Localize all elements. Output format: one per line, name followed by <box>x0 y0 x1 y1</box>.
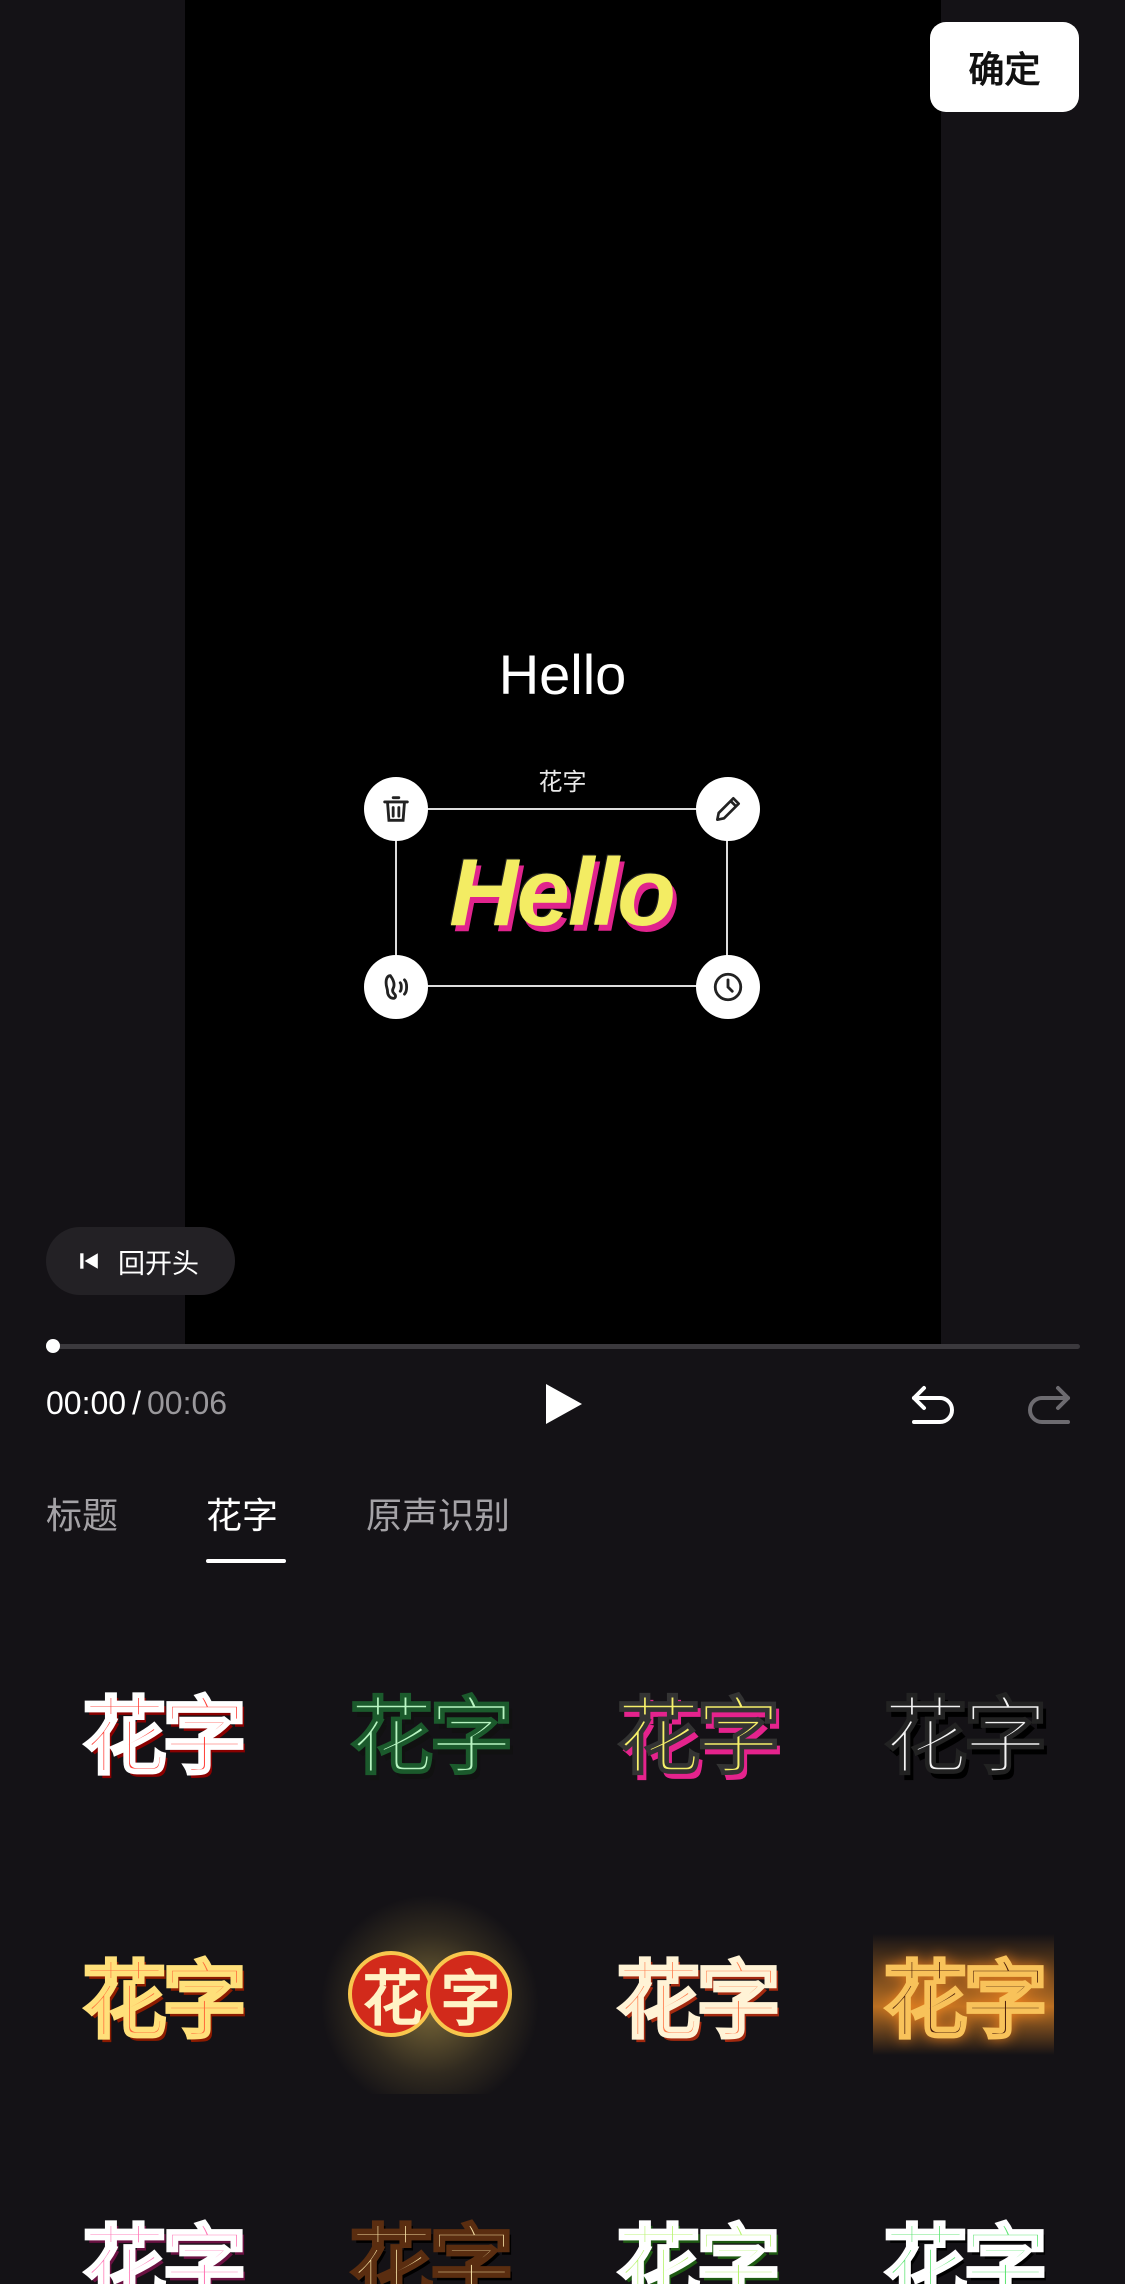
tab-speech-recognition[interactable]: 原声识别 <box>366 1487 510 1539</box>
sticker-item[interactable]: 花字 <box>29 1620 296 1840</box>
sticker-text: 花字 <box>348 2214 515 2284</box>
sticker-text: 花字 <box>882 1687 1048 1787</box>
sticker-item[interactable]: 花字 <box>563 1884 830 2104</box>
tab-fancy-text[interactable]: 花字 <box>206 1487 278 1539</box>
skip-back-icon <box>80 1253 98 1269</box>
sticker-item[interactable]: 花字 <box>563 2148 830 2284</box>
back-to-start-label: 回开头 <box>118 1248 199 1280</box>
time-display: 00:00/00:06 <box>46 1385 227 1422</box>
sticker-item[interactable]: 花字 <box>296 1884 563 2104</box>
sticker-item[interactable]: 花字 <box>830 1884 1097 2104</box>
sticker-item[interactable]: 花字 <box>29 2148 296 2284</box>
tab-title[interactable]: 标题 <box>46 1487 118 1539</box>
text-layer-plain[interactable]: Hello <box>0 642 1125 707</box>
sticker-text: 花字 <box>615 1950 782 2051</box>
edit-handle[interactable] <box>696 777 760 841</box>
duration-handle[interactable] <box>696 955 760 1019</box>
delete-handle[interactable] <box>364 777 428 841</box>
current-time: 00:00 <box>46 1385 127 1421</box>
sticker-burst: 花字 <box>319 1894 540 2094</box>
redo-button[interactable] <box>1022 1378 1076 1432</box>
confirm-button[interactable]: 确定 <box>930 22 1079 112</box>
back-to-start-button[interactable]: 回开头 <box>46 1227 235 1295</box>
sticker-item[interactable]: 花字 <box>296 2148 563 2284</box>
sticker-item[interactable]: 花字 <box>830 2148 1097 2284</box>
redo-icon <box>1028 1386 1070 1424</box>
sticker-item[interactable]: 花字 <box>29 1884 296 2104</box>
sticker-item[interactable]: 花字 <box>830 1620 1097 1840</box>
time-separator: / <box>132 1385 141 1421</box>
scrubber-handle[interactable] <box>46 1339 60 1353</box>
clock-icon <box>713 972 743 1002</box>
sticker-text: 花字 <box>81 1950 248 2051</box>
fancy-text-layer[interactable]: Hello <box>395 838 728 948</box>
play-button[interactable] <box>542 1382 586 1426</box>
sticker-text: 花字 <box>615 1687 781 1787</box>
sticker-text: 花字 <box>81 2214 248 2284</box>
total-time: 00:06 <box>146 1385 228 1421</box>
selection-type-label: 花字 <box>538 768 587 796</box>
sticker-text: 花字 <box>81 1686 248 1787</box>
active-tab-indicator <box>206 1559 286 1563</box>
text-to-speech-handle[interactable] <box>364 955 428 1019</box>
trash-icon <box>383 796 409 822</box>
play-icon <box>546 1384 582 1424</box>
sticker-text: 花字 <box>882 2214 1049 2284</box>
sticker-text: 花字 <box>873 1933 1054 2055</box>
pencil-icon <box>716 797 740 821</box>
sticker-item[interactable]: 花字 <box>563 1620 830 1840</box>
sticker-text: 花字 <box>615 2214 782 2284</box>
voice-icon <box>384 974 409 1000</box>
sticker-text: 花字 <box>347 1951 512 2037</box>
sticker-text: 花字 <box>348 1687 514 1787</box>
undo-icon <box>912 1386 954 1424</box>
sticker-item[interactable]: 花字 <box>296 1620 563 1840</box>
timeline-scrubber[interactable] <box>50 1344 1080 1349</box>
undo-button[interactable] <box>906 1378 960 1432</box>
